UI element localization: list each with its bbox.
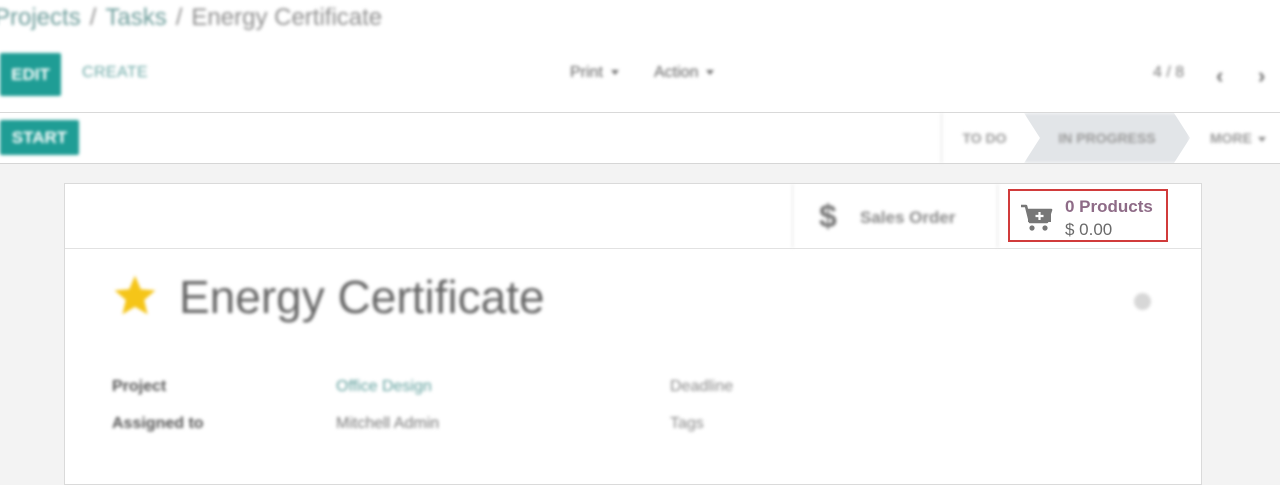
control-panel: Projects / Tasks / Energy Certificate EDIT C…	[0, 0, 1280, 113]
assigned-to-value[interactable]: Mitchell Admin	[336, 415, 439, 433]
create-button[interactable]: CREATE	[82, 64, 148, 82]
kanban-state-dot[interactable]	[1134, 293, 1151, 310]
products-count: 0 Products	[1065, 197, 1153, 216]
stage-more-label: MORE	[1210, 130, 1252, 146]
project-value[interactable]: Office Design	[336, 378, 432, 396]
stage-todo[interactable]: TO DO	[941, 113, 1027, 163]
smart-button-bar: $ Sales Order 0 Products $ 0.00	[65, 184, 1201, 249]
cart-plus-icon	[1021, 204, 1053, 231]
deadline-label: Deadline	[670, 378, 734, 395]
sales-order-button[interactable]: $ Sales Order	[792, 184, 998, 248]
stage-in-progress[interactable]: IN PROGRESS	[1024, 113, 1190, 163]
print-dropdown-label: Print	[570, 64, 603, 81]
breadcrumb: Projects / Tasks / Energy Certificate	[0, 4, 382, 32]
caret-down-icon	[610, 70, 619, 76]
chevron-right-icon[interactable]: ›	[1258, 63, 1265, 89]
pager-value[interactable]: 4 / 8	[1153, 64, 1184, 82]
products-amount: $ 0.00	[1065, 220, 1113, 239]
caret-down-icon	[1258, 136, 1266, 142]
dollar-icon: $	[819, 198, 837, 234]
breadcrumb-separator: /	[175, 4, 183, 31]
task-title: Energy Certificate	[179, 271, 545, 323]
print-dropdown[interactable]: Print	[570, 64, 619, 82]
status-bar: START TO DO IN PROGRESS MORE	[0, 113, 1280, 164]
breadcrumb-separator: /	[89, 4, 97, 31]
star-icon[interactable]	[111, 272, 159, 320]
assigned-to-label: Assigned to	[112, 415, 204, 432]
breadcrumb-current: Energy Certificate	[191, 4, 383, 31]
breadcrumb-tasks[interactable]: Tasks	[105, 4, 166, 31]
chevron-left-icon[interactable]: ‹	[1216, 63, 1223, 89]
form-sheet: $ Sales Order 0 Products $ 0.00 Energy C…	[64, 183, 1202, 485]
tags-label: Tags	[670, 415, 704, 432]
action-dropdown[interactable]: Action	[654, 64, 715, 82]
edit-button[interactable]: EDIT	[0, 53, 61, 96]
products-button[interactable]: 0 Products $ 0.00	[1008, 189, 1168, 242]
sales-order-label: Sales Order	[860, 208, 956, 227]
caret-down-icon	[706, 70, 715, 76]
start-button[interactable]: START	[0, 120, 79, 155]
stage-more-dropdown[interactable]: MORE	[1196, 113, 1280, 163]
action-dropdown-label: Action	[654, 64, 699, 81]
project-label: Project	[112, 378, 167, 395]
breadcrumb-projects[interactable]: Projects	[0, 4, 81, 31]
